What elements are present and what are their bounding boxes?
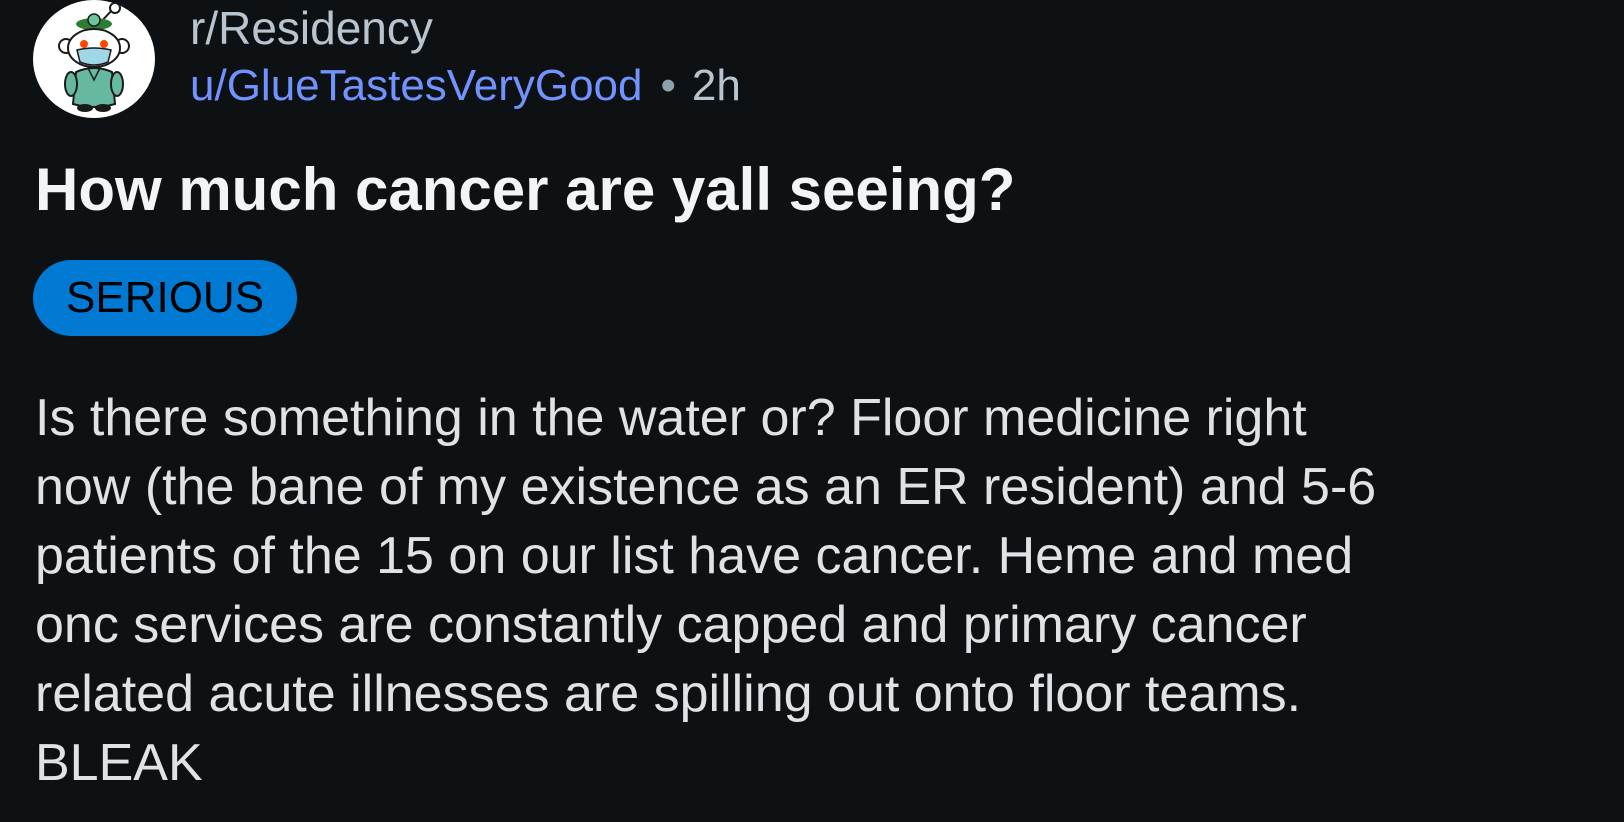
post-flair[interactable]: SERIOUS <box>33 260 298 336</box>
post-byline: u/GlueTastesVeryGood • 2h <box>190 60 741 112</box>
post-body-line: now (the bane of my existence as an ER r… <box>35 458 1377 516</box>
post-meta: r/Residency u/GlueTastesVeryGood • 2h <box>190 2 741 110</box>
post-body-line: BLEAK <box>35 734 203 792</box>
post-age: 2h <box>691 61 741 110</box>
post-body-line: Is there something in the water or? Floo… <box>35 389 1307 447</box>
post-body-line: related acute illnesses are spilling out… <box>35 665 1302 723</box>
post-body-line: patients of the 15 on our list have canc… <box>35 527 1354 585</box>
author-username[interactable]: u/GlueTastesVeryGood <box>190 61 642 110</box>
subreddit-name[interactable]: r/Residency <box>190 2 433 54</box>
post-body-line: onc services are constantly capped and p… <box>35 596 1307 654</box>
subreddit-avatar[interactable] <box>33 0 155 118</box>
meta-separator: • <box>660 61 676 110</box>
post-card: r/Residency u/GlueTastesVeryGood • 2h How … <box>0 0 1624 822</box>
post-body: Is there something in the water or? Floo… <box>35 384 1605 798</box>
reddit-snoo-doctor-icon <box>58 2 130 112</box>
post-title[interactable]: How much cancer are yall seeing? <box>35 155 1015 225</box>
